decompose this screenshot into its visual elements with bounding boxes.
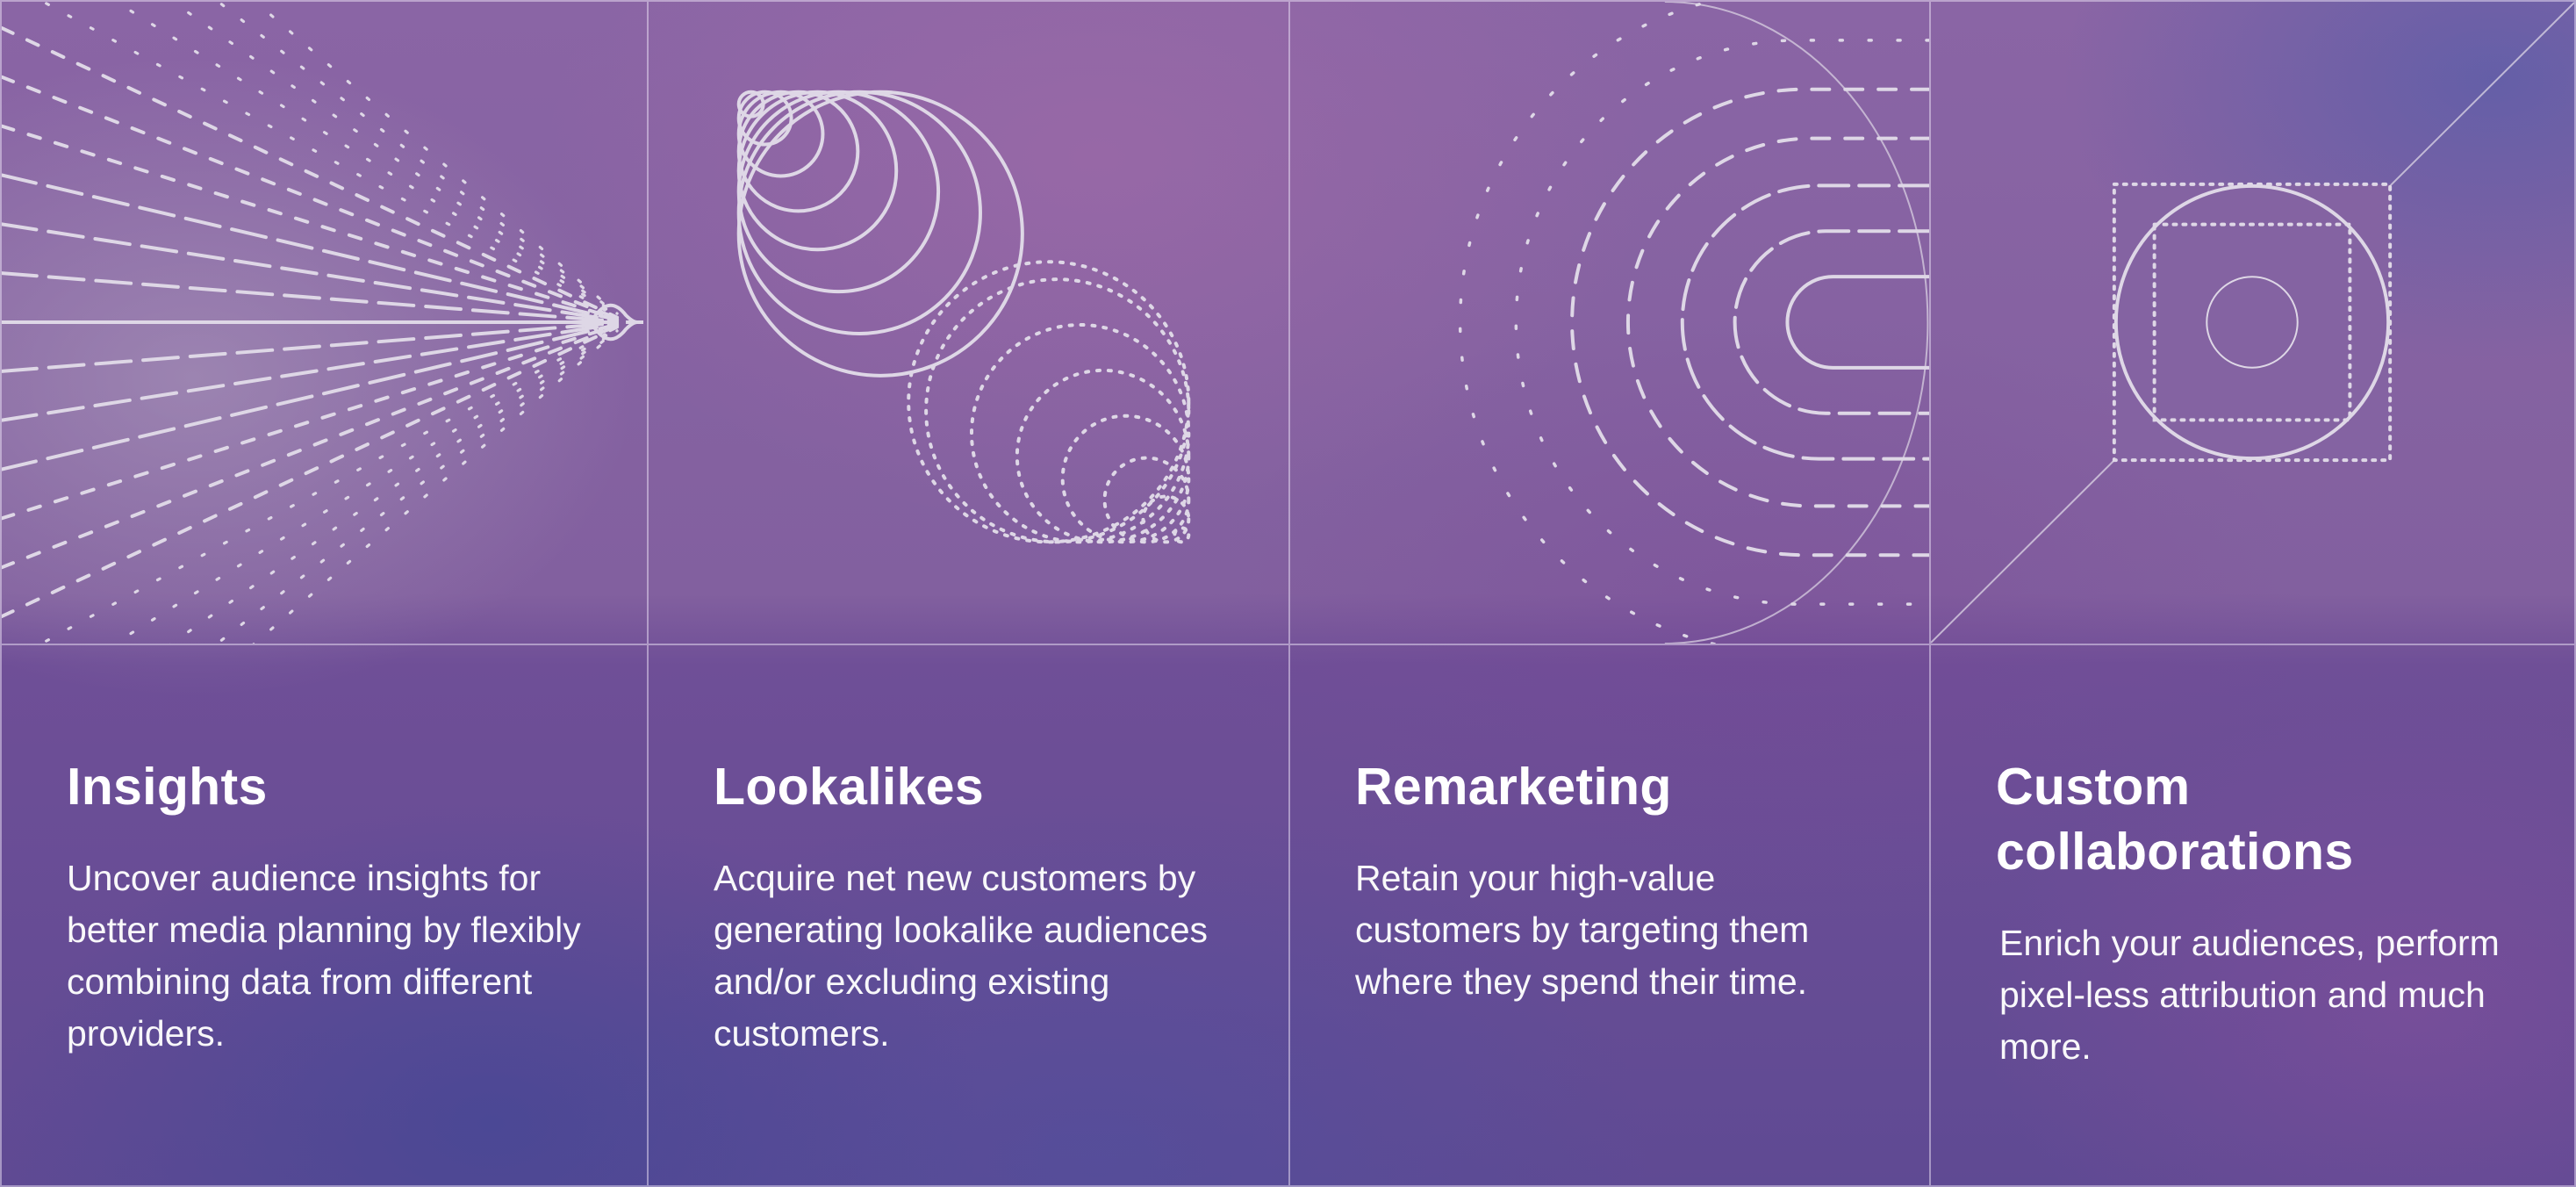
ray-line <box>2 124 620 321</box>
lookalikes-card: Lookalikes Acquire net new customers by … <box>647 644 1288 1187</box>
solid-circle <box>736 90 982 335</box>
insights-description: Uncover audience insights for better med… <box>67 858 581 1054</box>
insights-illustration <box>0 0 647 644</box>
outer-arc <box>1664 2 1929 644</box>
ray-line <box>2 323 620 521</box>
custom-collaborations-title: Custom collaborations <box>1996 758 2354 881</box>
remarketing-illustration <box>1288 0 1929 644</box>
dashed-arc <box>1514 39 1929 606</box>
dashed-arc <box>1680 183 1929 461</box>
dotted-circle <box>924 277 1191 544</box>
ray-line <box>253 2 619 315</box>
custom-collaborations-illustration <box>1929 0 2576 644</box>
solid-circle <box>736 90 941 294</box>
dotted-circle <box>969 322 1191 544</box>
nested-circles-icon <box>736 90 1191 544</box>
remarketing-description: Retain your high-value customers by targ… <box>1355 858 1810 1002</box>
insights-card: Insights Uncover audience insights for b… <box>0 644 647 1187</box>
dotted-circle <box>907 260 1191 544</box>
dashed-arc <box>1733 229 1929 415</box>
ray-line <box>252 329 619 644</box>
lookalikes-illustration <box>647 0 1288 644</box>
dashed-arc <box>1785 275 1929 370</box>
ray-line <box>2 321 620 422</box>
remarketing-title: Remarketing <box>1355 758 1672 816</box>
features-grid: Insights Uncover audience insights for b… <box>0 0 2576 1187</box>
features-section: Insights Uncover audience insights for b… <box>0 0 2576 1187</box>
lookalikes-description: Acquire net new customers by generating … <box>714 858 1209 1054</box>
dashed-arc <box>1570 87 1929 558</box>
converging-dashed-lines-icon <box>2 2 644 644</box>
nested-dashed-arcs-icon <box>1458 2 1929 644</box>
ray-line <box>2 222 620 323</box>
remarketing-card: Remarketing Retain your high-value custo… <box>1288 644 1929 1187</box>
square-circle-target-icon <box>1931 2 2574 644</box>
custom-collaborations-card: Custom collaborations Enrich your audien… <box>1929 644 2576 1187</box>
insights-title: Insights <box>67 758 268 816</box>
dashed-arc <box>1458 2 1719 644</box>
lookalikes-title: Lookalikes <box>714 758 984 816</box>
dotted-circle <box>1015 368 1191 544</box>
custom-collaborations-description: Enrich your audiences, perform pixel-les… <box>1999 923 2500 1067</box>
